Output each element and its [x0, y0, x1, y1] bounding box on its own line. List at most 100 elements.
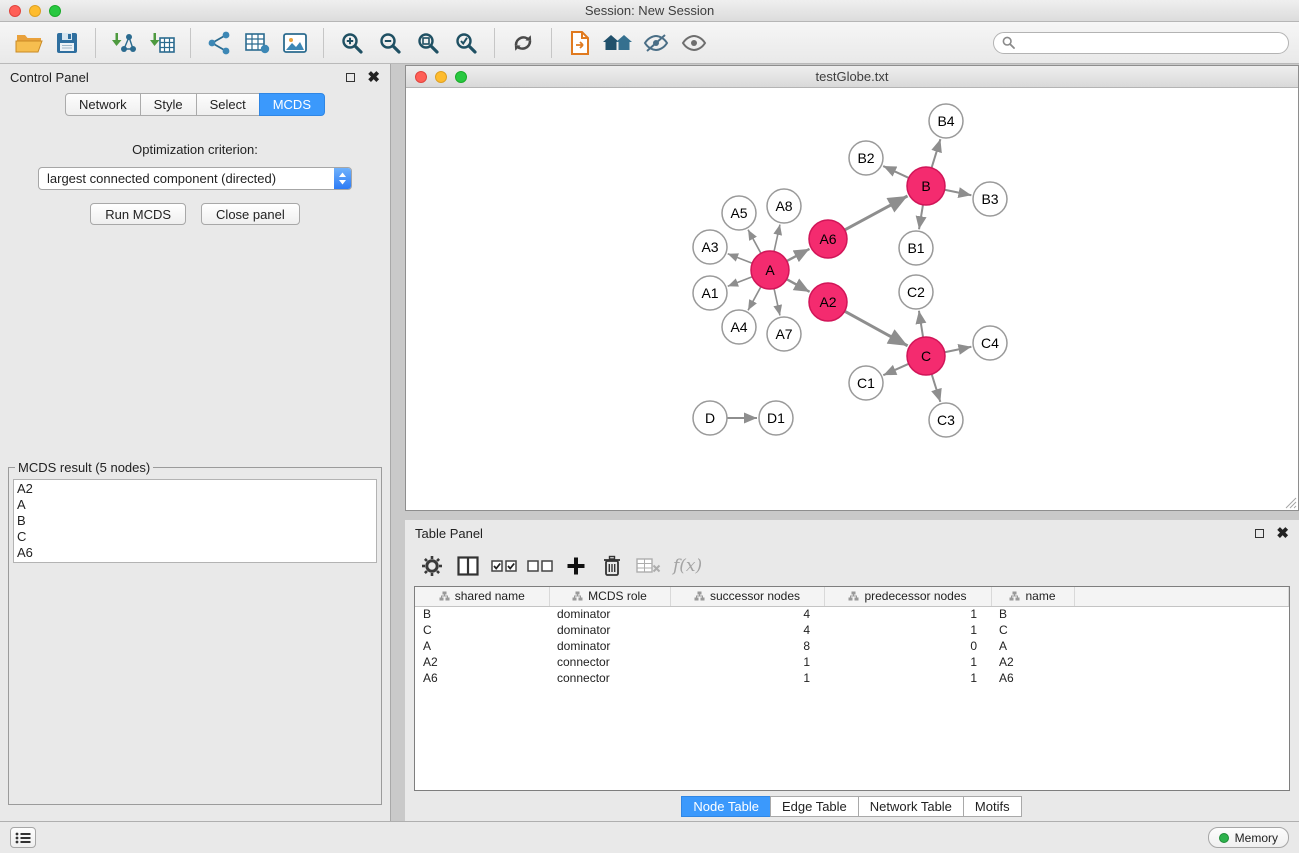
cell[interactable]: A2: [991, 654, 1074, 670]
cell[interactable]: 0: [824, 638, 991, 654]
clear-table-button[interactable]: [633, 551, 663, 581]
cell[interactable]: A: [991, 638, 1074, 654]
tab-mcds[interactable]: MCDS: [259, 93, 325, 116]
tab-node-table[interactable]: Node Table: [681, 796, 771, 817]
cell[interactable]: B: [991, 606, 1074, 622]
column-header-name[interactable]: name: [991, 587, 1074, 606]
table-row[interactable]: Adominator80A: [415, 638, 1289, 654]
optimization-criterion-dropdown[interactable]: largest connected component (directed): [38, 167, 352, 190]
cell[interactable]: A: [415, 638, 549, 654]
tab-edge-table[interactable]: Edge Table: [770, 796, 859, 817]
cell[interactable]: C: [991, 622, 1074, 638]
tab-select[interactable]: Select: [196, 93, 260, 116]
cell[interactable]: 1: [824, 670, 991, 686]
export-image-button[interactable]: [278, 26, 312, 60]
import-table-button[interactable]: [145, 26, 179, 60]
graph-edge-A-A4[interactable]: [748, 287, 761, 311]
cell[interactable]: connector: [549, 654, 670, 670]
graph-edge-A-A5[interactable]: [748, 230, 761, 254]
function-builder-button[interactable]: f(x): [669, 556, 706, 576]
close-panel-button[interactable]: Close panel: [201, 203, 300, 225]
table-row[interactable]: A6connector11A6: [415, 670, 1289, 686]
network-table-button[interactable]: [240, 26, 274, 60]
cell[interactable]: 4: [670, 606, 824, 622]
cell[interactable]: dominator: [549, 606, 670, 622]
table-row[interactable]: Cdominator41C: [415, 622, 1289, 638]
table-row[interactable]: Bdominator41B: [415, 606, 1289, 622]
run-mcds-button[interactable]: Run MCDS: [90, 203, 186, 225]
deselect-all-rows-button[interactable]: [525, 551, 555, 581]
table-settings-button[interactable]: [417, 551, 447, 581]
column-header-shared-name[interactable]: shared name: [415, 587, 549, 606]
cell[interactable]: 8: [670, 638, 824, 654]
zoom-selected-button[interactable]: [449, 26, 483, 60]
import-document-button[interactable]: [563, 26, 597, 60]
graph-edge-C-C3[interactable]: [932, 374, 941, 402]
cell[interactable]: 1: [824, 622, 991, 638]
zoom-out-button[interactable]: [373, 26, 407, 60]
cell[interactable]: B: [415, 606, 549, 622]
float-panel-button[interactable]: [346, 73, 355, 82]
save-session-button[interactable]: [50, 26, 84, 60]
cell[interactable]: A2: [415, 654, 549, 670]
resize-grip-icon[interactable]: [1285, 497, 1297, 509]
graph-edge-C-C2[interactable]: [919, 311, 923, 337]
float-table-panel-button[interactable]: [1255, 529, 1264, 538]
graph-edge-B-B3[interactable]: [945, 190, 972, 195]
cell[interactable]: 1: [824, 606, 991, 622]
memory-button[interactable]: Memory: [1208, 827, 1289, 848]
show-details-button[interactable]: [677, 26, 711, 60]
cell[interactable]: A6: [991, 670, 1074, 686]
table-row[interactable]: A2connector11A2: [415, 654, 1289, 670]
home-views-button[interactable]: [601, 26, 635, 60]
delete-column-button[interactable]: [597, 551, 627, 581]
zoom-fit-button[interactable]: [411, 26, 445, 60]
cell[interactable]: 1: [670, 654, 824, 670]
cell[interactable]: 4: [670, 622, 824, 638]
graph-edge-A-A2[interactable]: [787, 279, 810, 292]
cell[interactable]: A6: [415, 670, 549, 686]
tab-network[interactable]: Network: [65, 93, 141, 116]
zoom-in-button[interactable]: [335, 26, 369, 60]
graph-edge-C-C4[interactable]: [945, 347, 972, 352]
result-item[interactable]: C: [17, 529, 373, 545]
apply-layout-button[interactable]: [506, 26, 540, 60]
graph-edge-A-A6[interactable]: [787, 249, 810, 261]
search-field[interactable]: [993, 32, 1289, 54]
cell[interactable]: dominator: [549, 622, 670, 638]
column-visibility-button[interactable]: [453, 551, 483, 581]
select-all-rows-button[interactable]: [489, 551, 519, 581]
graph-edge-A-A8[interactable]: [774, 225, 780, 252]
graph-edge-B-B1[interactable]: [919, 205, 923, 229]
hide-details-button[interactable]: [639, 26, 673, 60]
graph-edge-A-A1[interactable]: [728, 277, 753, 286]
search-input[interactable]: [1020, 35, 1280, 50]
column-header-mcds-role[interactable]: MCDS role: [549, 587, 670, 606]
result-item[interactable]: A6: [17, 545, 373, 561]
column-header-successor-nodes[interactable]: successor nodes: [670, 587, 824, 606]
tab-network-table[interactable]: Network Table: [858, 796, 964, 817]
tab-style[interactable]: Style: [140, 93, 197, 116]
graph-edge-A-A3[interactable]: [728, 254, 753, 263]
cell[interactable]: 1: [824, 654, 991, 670]
add-column-button[interactable]: [561, 551, 591, 581]
network-window-titlebar[interactable]: testGlobe.txt: [406, 66, 1298, 88]
close-table-panel-button[interactable]: ✖: [1276, 526, 1289, 541]
import-network-button[interactable]: [107, 26, 141, 60]
result-item[interactable]: A2: [17, 481, 373, 497]
graph-edge-B-B2[interactable]: [883, 166, 909, 178]
graph-edge-A6-B[interactable]: [845, 196, 908, 230]
graph-edge-C-C1[interactable]: [883, 364, 908, 375]
column-header-predecessor-nodes[interactable]: predecessor nodes: [824, 587, 991, 606]
result-item[interactable]: B: [17, 513, 373, 529]
cell[interactable]: connector: [549, 670, 670, 686]
close-control-panel-button[interactable]: ✖: [367, 70, 380, 85]
result-item[interactable]: A: [17, 497, 373, 513]
graph-edge-A-A7[interactable]: [774, 289, 780, 316]
mcds-result-list[interactable]: A2ABCA6: [13, 479, 377, 563]
network-canvas[interactable]: B4B2BB3A8A5A6A3B1AC2A1A2A4A7C4CC1C3DD1: [406, 88, 1298, 510]
show-task-history-button[interactable]: [10, 827, 36, 848]
new-network-button[interactable]: [202, 26, 236, 60]
cell[interactable]: C: [415, 622, 549, 638]
cell[interactable]: 1: [670, 670, 824, 686]
